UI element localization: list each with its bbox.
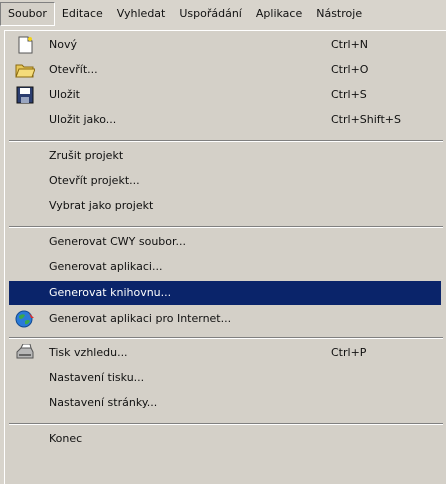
menu-item-label: Generovat CWY soubor... bbox=[49, 235, 187, 248]
menu-item-label: Vybrat jako projekt bbox=[49, 199, 154, 212]
menu-separator bbox=[9, 140, 443, 142]
menubar-item-usporadani[interactable]: Uspořádání bbox=[172, 3, 249, 25]
save-disk-icon bbox=[15, 86, 35, 104]
menu-item-save-as[interactable]: Uložit jako... Ctrl+Shift+S bbox=[9, 108, 441, 132]
menu-item-shortcut: Ctrl+O bbox=[331, 63, 369, 76]
menu-item-label: Generovat knihovnu... bbox=[49, 286, 172, 299]
menu-separator bbox=[9, 337, 443, 339]
menu-item-print-view[interactable]: Tisk vzhledu... Ctrl+P bbox=[9, 341, 441, 365]
menu-item-label: Generovat aplikaci pro Internet... bbox=[49, 312, 232, 325]
menubar-item-soubor[interactable]: Soubor bbox=[0, 1, 55, 26]
menu-item-select-as-project[interactable]: Vybrat jako projekt bbox=[9, 194, 441, 218]
internet-globe-icon bbox=[15, 310, 35, 328]
new-document-icon bbox=[15, 36, 35, 54]
menubar-item-aplikace[interactable]: Aplikace bbox=[249, 3, 309, 25]
menu-item-shortcut: Ctrl+N bbox=[331, 38, 369, 51]
menu-item-generate-internet-application[interactable]: Generovat aplikaci pro Internet... bbox=[9, 307, 441, 331]
menu-separator bbox=[9, 423, 443, 425]
menu-item-cancel-project[interactable]: Zrušit projekt bbox=[9, 144, 441, 168]
menu-item-label: Nastavení tisku... bbox=[49, 371, 145, 384]
menu-item-label: Otevřít projekt... bbox=[49, 174, 140, 187]
menu-item-shortcut: Ctrl+P bbox=[331, 346, 367, 359]
printer-icon bbox=[15, 343, 35, 362]
menu-separator bbox=[9, 226, 443, 228]
menu-item-label: Zrušit projekt bbox=[49, 149, 124, 162]
file-menu-dropdown: Nový Ctrl+N Otevřít... Ctrl+O Uložit Ctr… bbox=[4, 30, 446, 484]
menu-item-exit[interactable]: Konec bbox=[9, 427, 441, 451]
menu-item-print-settings[interactable]: Nastavení tisku... bbox=[9, 366, 441, 390]
menu-item-open-project[interactable]: Otevřít projekt... bbox=[9, 169, 441, 193]
menu-item-label: Uložit jako... bbox=[49, 113, 117, 126]
menubar-item-nastroje[interactable]: Nástroje bbox=[309, 3, 369, 25]
menu-bar: Soubor Editace Vyhledat Uspořádání Aplik… bbox=[0, 0, 446, 27]
menu-item-shortcut: Ctrl+S bbox=[331, 88, 367, 101]
menu-item-page-settings[interactable]: Nastavení stránky... bbox=[9, 391, 441, 415]
menu-item-label: Tisk vzhledu... bbox=[49, 346, 128, 359]
menu-item-label: Generovat aplikaci... bbox=[49, 260, 163, 273]
open-folder-icon bbox=[15, 61, 36, 79]
menu-item-label: Nový bbox=[49, 38, 77, 51]
menu-item-label: Nastavení stránky... bbox=[49, 396, 158, 409]
menu-item-shortcut: Ctrl+Shift+S bbox=[331, 113, 401, 126]
menu-item-new[interactable]: Nový Ctrl+N bbox=[9, 33, 441, 57]
menubar-item-vyhledat[interactable]: Vyhledat bbox=[110, 3, 173, 25]
menu-item-label: Konec bbox=[49, 432, 83, 445]
menu-item-open[interactable]: Otevřít... Ctrl+O bbox=[9, 58, 441, 82]
menu-item-label: Uložit bbox=[49, 88, 80, 101]
menu-item-save[interactable]: Uložit Ctrl+S bbox=[9, 83, 441, 107]
menu-item-generate-application[interactable]: Generovat aplikaci... bbox=[9, 255, 441, 279]
menu-item-label: Otevřít... bbox=[49, 63, 98, 76]
menubar-item-editace[interactable]: Editace bbox=[55, 3, 110, 25]
menu-item-generate-cwy-file[interactable]: Generovat CWY soubor... bbox=[9, 230, 441, 254]
menu-item-generate-library[interactable]: Generovat knihovnu... bbox=[9, 281, 441, 305]
application-window: Soubor Editace Vyhledat Uspořádání Aplik… bbox=[0, 0, 446, 484]
